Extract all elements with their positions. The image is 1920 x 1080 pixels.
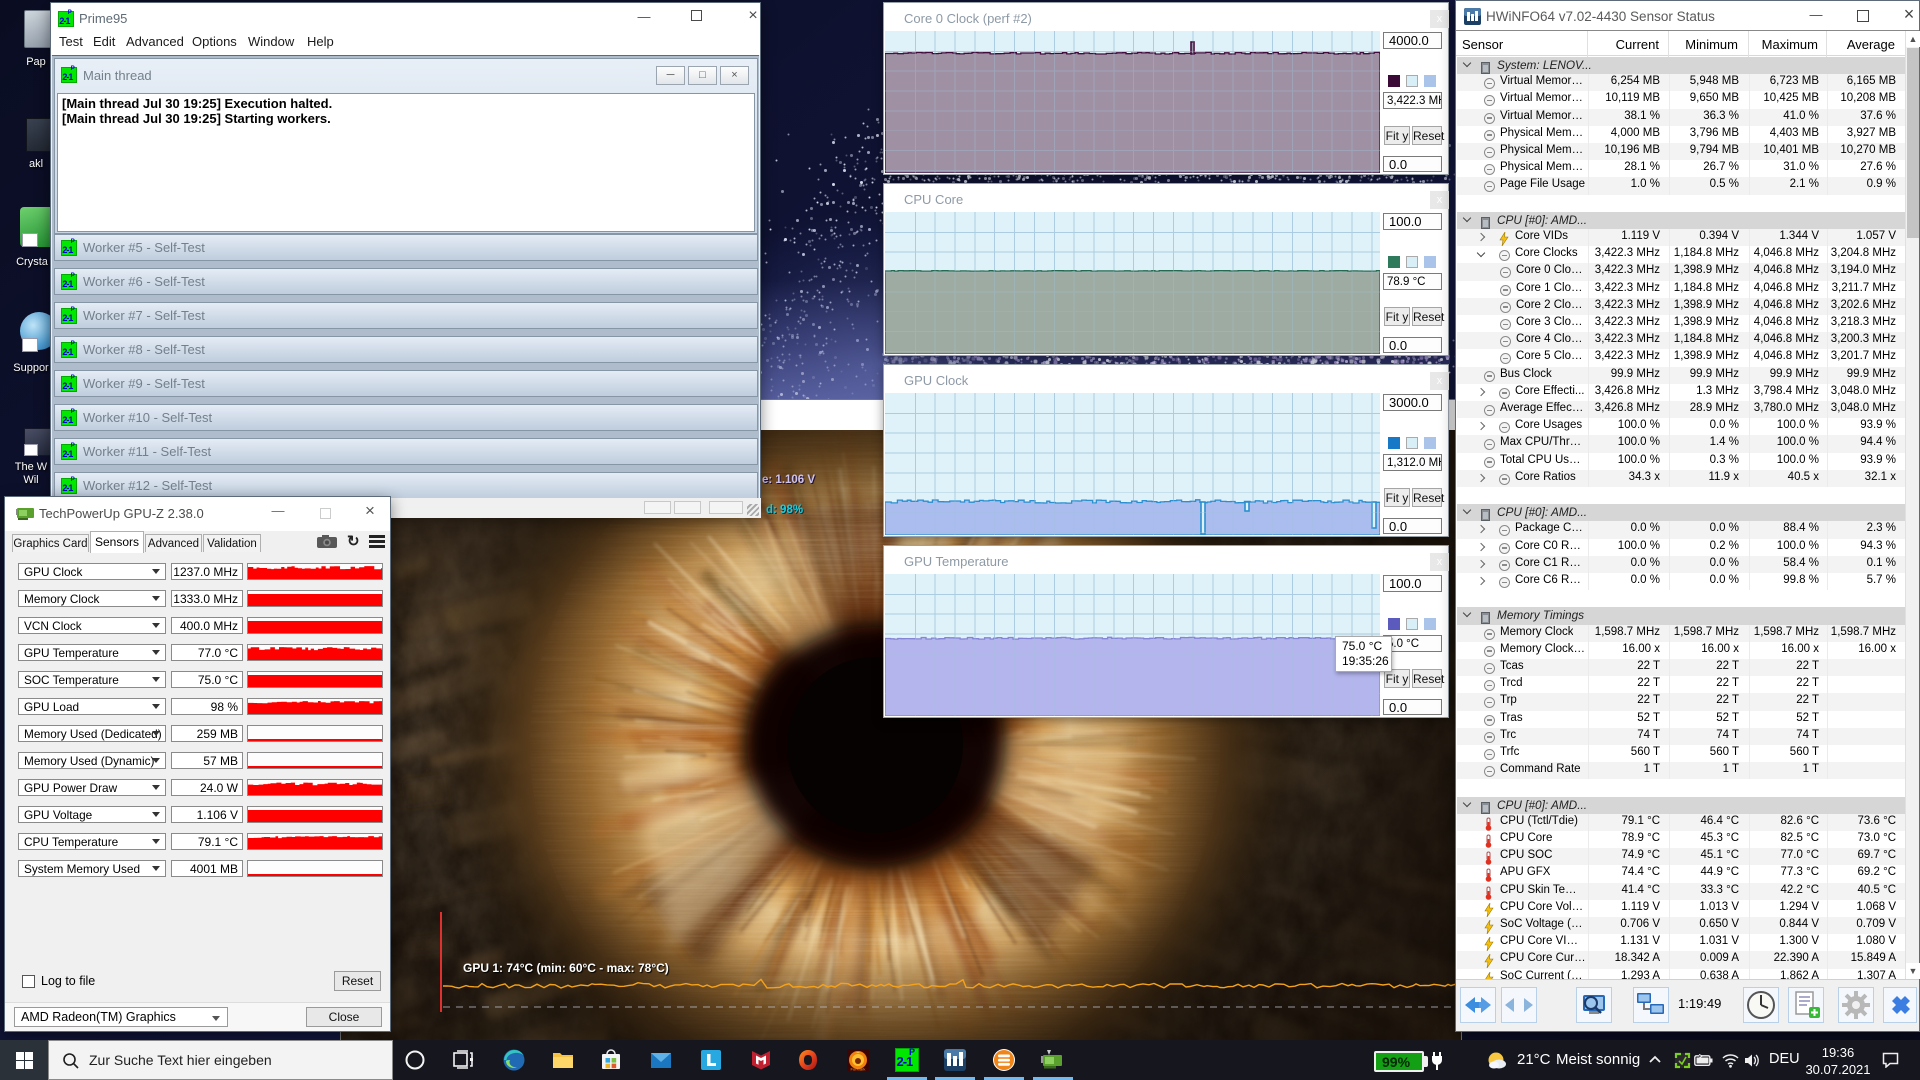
svg-text:FurMark: FurMark xyxy=(851,1067,866,1072)
